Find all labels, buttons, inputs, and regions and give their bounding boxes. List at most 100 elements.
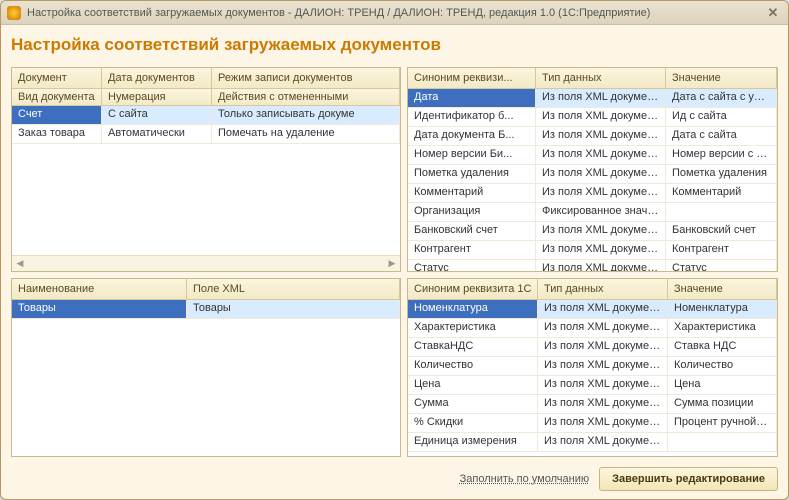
table-cell[interactable]: Сумма позиции [668,395,777,413]
table-row[interactable]: Единица измеренияИз поля XML документа [408,433,777,452]
table-cell[interactable]: Из поля XML документа [538,395,668,413]
table-cell[interactable]: Из поля XML документа [538,300,668,318]
table-row[interactable]: Заказ товараАвтоматическиПомечать на уда… [12,125,400,144]
table-row[interactable]: Номер версии Би...Из поля XML документаН… [408,146,777,165]
table-cell[interactable]: Организация [408,203,536,221]
table-cell[interactable]: Автоматически [102,125,212,143]
table-cell[interactable]: Из поля XML документа [536,241,666,259]
table-row[interactable]: ХарактеристикаИз поля XML документаХарак… [408,319,777,338]
table-cell[interactable]: Номенклатура [408,300,538,318]
table-cell[interactable]: Номер версии Би... [408,146,536,164]
table-cell[interactable]: Из поля XML документа [538,433,668,451]
table-row[interactable]: ЦенаИз поля XML документаЦена [408,376,777,395]
col-name[interactable]: Наименование [12,279,187,299]
table-cell[interactable]: Дата с сайта с учетом на... [666,89,777,107]
table-cell[interactable]: Ид с сайта [666,108,777,126]
table-cell[interactable]: Пометка удаления [408,165,536,183]
col-doc-date[interactable]: Дата документов [102,68,212,88]
table-cell[interactable]: % Скидки [408,414,538,432]
table-row[interactable]: Идентификатор б...Из поля XML документаИ… [408,108,777,127]
table-cell[interactable]: Идентификатор б... [408,108,536,126]
table-cell[interactable]: Дата документа Б... [408,127,536,145]
table-cell[interactable]: Товары [187,300,400,318]
table-cell[interactable]: Счет [12,106,102,124]
documents-grid-body[interactable]: СчетС сайтаТолько записывать докумеЗаказ… [12,106,400,255]
table-row[interactable]: КоличествоИз поля XML документаКоличеств… [408,357,777,376]
col-document[interactable]: Документ [12,68,102,88]
col-synonym[interactable]: Синоним реквизи... [408,68,536,88]
table-row[interactable]: % СкидкиИз поля XML документаПроцент руч… [408,414,777,433]
finish-button[interactable]: Завершить редактирование [599,467,778,491]
requisites-grid-body[interactable]: ДатаИз поля XML документаДата с сайта с … [408,89,777,271]
table-cell[interactable]: СтавкаНДС [408,338,538,356]
table-row[interactable]: СчетС сайтаТолько записывать докуме [12,106,400,125]
table-cell[interactable]: Банковский счет [408,222,536,240]
table-cell[interactable]: Номер версии с сайта [666,146,777,164]
table-cell[interactable] [666,203,777,221]
table-cell[interactable]: Из поля XML документа [538,414,668,432]
table-cell[interactable]: Из поля XML документа [536,127,666,145]
table-row[interactable]: НоменклатураИз поля XML документаНоменкл… [408,300,777,319]
table-cell[interactable]: Количество [668,357,777,375]
table-cell[interactable]: Количество [408,357,538,375]
table-cell[interactable]: Комментарий [666,184,777,202]
col-write-mode[interactable]: Режим записи документов [212,68,400,88]
scroll-left-icon[interactable]: ◀ [12,258,28,269]
table-cell[interactable]: Комментарий [408,184,536,202]
table-row[interactable]: СтавкаНДСИз поля XML документаСтавка НДС [408,338,777,357]
table-cell[interactable]: Заказ товара [12,125,102,143]
table-cell[interactable]: Из поля XML документа [536,89,666,107]
scroll-right-icon[interactable]: ▶ [384,258,400,269]
table-cell[interactable]: Контрагент [666,241,777,259]
col-datatype[interactable]: Тип данных [536,68,666,88]
table-cell[interactable]: Помечать на удаление [212,125,400,143]
col-xml-field[interactable]: Поле XML [187,279,400,299]
table-cell[interactable]: Из поля XML документа [536,222,666,240]
table-cell[interactable]: Характеристика [408,319,538,337]
col-value-2[interactable]: Значение [668,279,777,299]
fill-default-link[interactable]: Заполнить по умолчанию [460,473,590,485]
table-row[interactable]: ТоварыТовары [12,300,400,319]
documents-grid[interactable]: Документ Дата документов Режим записи до… [11,67,401,272]
table-cell[interactable]: Цена [408,376,538,394]
requisites-grid[interactable]: Синоним реквизи... Тип данных Значение Д… [407,67,778,272]
table-cell[interactable]: Из поля XML документа [536,146,666,164]
table-cell[interactable]: Банковский счет [666,222,777,240]
table-cell[interactable]: Из поля XML документа [538,376,668,394]
table-cell[interactable]: Из поля XML документа [538,357,668,375]
table-cell[interactable]: Номенклатура [668,300,777,318]
table-cell[interactable]: Из поля XML документа [536,260,666,271]
table-row[interactable]: СтатусИз поля XML документаСтатус [408,260,777,271]
col-synonym-1c[interactable]: Синоним реквизита 1С [408,279,538,299]
table-row[interactable]: Пометка удаленияИз поля XML документаПом… [408,165,777,184]
table-row[interactable]: КонтрагентИз поля XML документаКонтраген… [408,241,777,260]
table-row[interactable]: ДатаИз поля XML документаДата с сайта с … [408,89,777,108]
table-row[interactable]: Дата документа Б...Из поля XML документа… [408,127,777,146]
table-requisites-grid-body[interactable]: НоменклатураИз поля XML документаНоменкл… [408,300,777,456]
table-requisites-grid[interactable]: Синоним реквизита 1С Тип данных Значение… [407,278,778,457]
col-value[interactable]: Значение [666,68,777,88]
table-row[interactable]: СуммаИз поля XML документаСумма позиции [408,395,777,414]
documents-grid-hscroll[interactable]: ◀ ▶ [12,255,400,271]
table-cell[interactable]: Из поля XML документа [536,108,666,126]
tables-grid-body[interactable]: ТоварыТовары [12,300,400,456]
table-cell[interactable]: Дата [408,89,536,107]
table-cell[interactable] [668,433,777,451]
table-row[interactable]: КомментарийИз поля XML документаКоммента… [408,184,777,203]
table-row[interactable]: Банковский счетИз поля XML документаБанк… [408,222,777,241]
table-cell[interactable]: Статус [408,260,536,271]
table-cell[interactable]: Фиксированное значе... [536,203,666,221]
table-cell[interactable]: Только записывать докуме [212,106,400,124]
table-cell[interactable]: Контрагент [408,241,536,259]
table-cell[interactable]: Пометка удаления [666,165,777,183]
close-icon[interactable]: ✕ [764,5,782,21]
tables-grid[interactable]: Наименование Поле XML ТоварыТовары [11,278,401,457]
table-cell[interactable]: Ставка НДС [668,338,777,356]
table-cell[interactable]: Из поля XML документа [536,165,666,183]
table-cell[interactable]: Характеристика [668,319,777,337]
table-cell[interactable]: Сумма [408,395,538,413]
table-cell[interactable]: Процент ручной скидки [668,414,777,432]
table-cell[interactable]: Из поля XML документа [538,338,668,356]
table-cell[interactable]: Единица измерения [408,433,538,451]
table-cell[interactable]: Из поля XML документа [536,184,666,202]
